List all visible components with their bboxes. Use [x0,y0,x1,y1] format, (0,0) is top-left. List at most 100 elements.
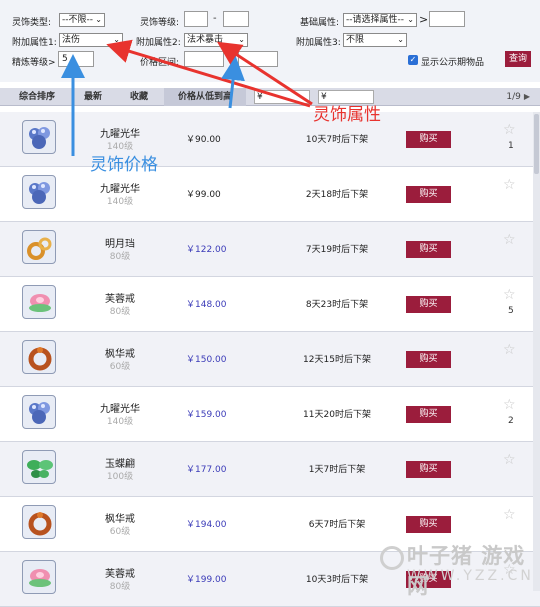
extra2-select-value: 法术暴击 [187,35,224,45]
scroll-thumb[interactable] [534,114,539,174]
price-min-input[interactable] [184,51,224,67]
show-public-checkbox[interactable]: ✓ [408,55,418,65]
item-name: 九曜光华 [100,129,140,140]
item-name: 九曜光华 [100,184,140,195]
buy-button[interactable]: 购买 [406,186,451,203]
maple-ring-icon[interactable] [22,505,56,539]
item-level: 140级 [106,417,134,427]
item-name: 玉蝶翩 [105,459,135,470]
star-icon[interactable]: ☆ [503,288,516,302]
item-price: ￥148.00 [186,300,227,310]
query-button[interactable]: 查询 [505,51,531,67]
star-icon[interactable]: ☆ [503,398,516,412]
favorite-count: 2 [508,416,514,426]
star-icon[interactable]: ☆ [503,508,516,522]
type-select[interactable]: --不限-- ⌄ [59,13,105,27]
lotus-ring-icon[interactable] [22,285,56,319]
tab-favorites[interactable]: 收藏 [122,88,156,106]
tab-price-asc[interactable]: 价格从低到高 [164,88,246,106]
item-level: 80级 [109,307,131,317]
watermark: 叶子猪 游戏网 WWW.YZZ.CN [380,540,540,598]
star-icon[interactable]: ☆ [503,343,516,357]
jewel-cluster-icon[interactable] [22,175,56,209]
sort-bar: 综合排序 最新 收藏 价格从低到高 ¥ ¥ 1/9 ▶ [0,88,540,106]
item-time-left: 10天7时后下架 [305,135,369,145]
list-item: 玉蝶翩 100级 ￥177.00 1天7时后下架 购买 ☆ [0,442,540,497]
star-icon[interactable]: ☆ [503,453,516,467]
lotus-ring-icon[interactable] [22,560,56,594]
maple-ring-icon[interactable] [22,340,56,374]
watermark-logo-icon [380,546,404,570]
level-min-input[interactable] [184,11,208,27]
filter-panel: 灵饰类型: --不限-- ⌄ 灵饰等级: - 基础属性: --请选择属性-- ⌄ >… [0,0,540,82]
extra3-select[interactable]: 不限 ⌄ [343,33,407,47]
forge-level-input[interactable]: 5 [58,51,94,67]
star-icon[interactable]: ☆ [503,233,516,247]
next-page-icon[interactable]: ▶ [524,92,530,101]
list-item: 九曜光华 140级 ￥159.00 11天20时后下架 购买 ☆ 2 [0,387,540,442]
list-item: 九曜光华 140级 ￥90.00 10天7时后下架 购买 ☆ 1 [0,112,540,167]
tab-comprehensive[interactable]: 综合排序 [6,88,68,106]
chevron-down-icon: ⌄ [407,15,414,24]
buy-button[interactable]: 购买 [406,351,451,368]
extra3-label: 附加属性3: [296,38,341,48]
jade-butterfly-icon[interactable] [22,450,56,484]
gold-earring-icon[interactable] [22,230,56,264]
star-icon[interactable]: ☆ [503,178,516,192]
buy-button[interactable]: 购买 [406,461,451,478]
item-name: 芙蓉戒 [105,569,135,580]
show-public-label: 显示公示期物品 [421,58,485,68]
list-item: 枫华戒 60级 ￥150.00 12天15时后下架 购买 ☆ [0,332,540,387]
item-list: 九曜光华 140级 ￥90.00 10天7时后下架 购买 ☆ 1 九曜光华 14… [0,112,540,607]
buy-button[interactable]: 购买 [406,131,451,148]
item-level: 60级 [109,362,131,372]
tab-newest[interactable]: 最新 [76,88,110,106]
chevron-down-icon: ⌄ [95,15,102,24]
item-level: 80级 [109,252,131,262]
annotation-attributes: 灵饰属性 [313,105,381,125]
extra1-select[interactable]: 法伤 ⌄ [59,33,123,47]
base-attr-cmp: > [419,13,429,26]
list-item: 九曜光华 140级 ￥99.00 2天18时后下架 购买 ☆ [0,167,540,222]
buy-button[interactable]: 购买 [406,406,451,423]
annotation-price: 灵饰价格 [90,155,158,175]
jewel-cluster-icon[interactable] [22,120,56,154]
base-attr-label: 基础属性: [300,18,340,28]
item-price: ￥90.00 [186,135,221,145]
base-attr-select[interactable]: --请选择属性-- ⌄ [343,13,417,27]
item-name: 九曜光华 [100,404,140,415]
list-item: 芙蓉戒 80级 ￥148.00 8天23时后下架 购买 ☆ 5 [0,277,540,332]
buy-button[interactable]: 购买 [406,241,451,258]
buy-button[interactable]: 购买 [406,296,451,313]
item-level: 100级 [106,472,134,482]
favorite-count: 5 [508,306,514,316]
watermark-url: WWW.YZZ.CN [407,568,534,584]
type-select-value: --不限-- [62,15,93,25]
sort-price-from-input[interactable]: ¥ [254,90,310,104]
base-attr-value-input[interactable] [429,11,465,27]
jewel-cluster-icon[interactable] [22,395,56,429]
item-level: 80级 [109,582,131,592]
extra1-select-value: 法伤 [62,35,81,45]
scrollbar[interactable] [533,112,540,591]
item-price: ￥159.00 [186,410,227,420]
buy-button[interactable]: 购买 [406,516,451,533]
item-time-left: 2天18时后下架 [305,190,369,200]
item-time-left: 1天7时后下架 [308,465,366,475]
list-item: 明月珰 80级 ￥122.00 7天19时后下架 购买 ☆ [0,222,540,277]
base-attr-select-value: --请选择属性-- [346,15,404,25]
item-price: ￥150.00 [186,355,227,365]
level-dash: - [213,13,217,24]
extra1-label: 附加属性1: [12,38,57,48]
price-range-label: 价格区间: [140,58,180,68]
item-time-left: 12天15时后下架 [303,355,371,365]
item-time-left: 11天20时后下架 [303,410,371,420]
item-price: ￥199.00 [186,575,227,585]
price-dash: - [228,53,232,64]
extra2-select[interactable]: 法术暴击 ⌄ [184,33,248,47]
level-max-input[interactable] [223,11,249,27]
item-time-left: 6天7时后下架 [308,520,366,530]
star-icon[interactable]: ☆ [503,123,516,137]
chevron-down-icon: ⌄ [397,35,404,44]
price-max-input[interactable] [238,51,278,67]
